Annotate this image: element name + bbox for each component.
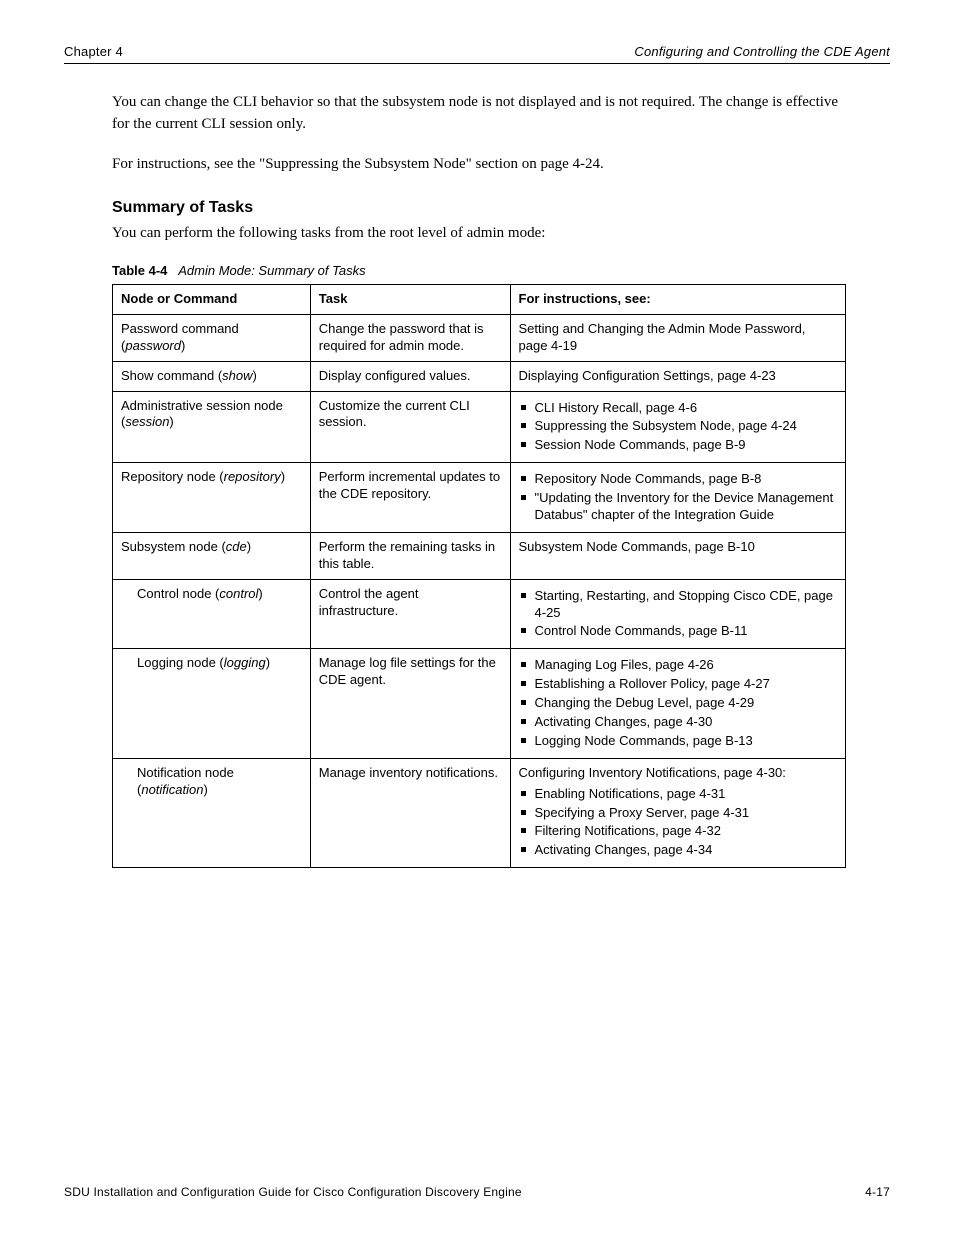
col-header-see: For instructions, see:: [510, 285, 845, 315]
instruction-note: For instructions, see the "Suppressing t…: [112, 154, 852, 176]
col-header-node: Node or Command: [113, 285, 311, 315]
section-heading: Summary of Tasks: [112, 199, 890, 217]
cell-node: Subsystem node (cde): [113, 532, 311, 579]
intro-paragraph: You can change the CLI behavior so that …: [112, 92, 852, 136]
see-list-item[interactable]: Activating Changes, page 4-30: [519, 714, 837, 731]
cell-see: CLI History Recall, page 4-6Suppressing …: [510, 391, 845, 463]
see-link[interactable]: Subsystem Node Commands, page B-10: [519, 539, 755, 554]
footer-page-number: 4-17: [865, 1185, 890, 1199]
table-row: Password command (password)Change the pa…: [113, 314, 846, 361]
cell-node: Password command (password): [113, 314, 311, 361]
table-caption: Table 4-4 Admin Mode: Summary of Tasks: [112, 263, 890, 278]
cell-see: Managing Log Files, page 4-26 Establishin…: [510, 649, 845, 758]
table-row: Notification node (notification)Manage i…: [113, 758, 846, 867]
table-caption-text: Admin Mode: Summary of Tasks: [178, 263, 365, 278]
cell-task: Change the password that is required for…: [310, 314, 510, 361]
note-suffix: .: [600, 156, 604, 172]
cell-task: Manage log file settings for the CDE age…: [310, 649, 510, 758]
cell-node: Notification node (notification): [113, 758, 311, 867]
see-list-item[interactable]: Suppressing the Subsystem Node, page 4-2…: [519, 418, 837, 435]
cell-node: Logging node (logging): [113, 649, 311, 758]
see-list-item[interactable]: CLI History Recall, page 4-6: [519, 400, 837, 417]
cell-task: Display configured values.: [310, 361, 510, 391]
see-list-item[interactable]: Enabling Notifications, page 4-31: [519, 786, 837, 803]
cell-task: Manage inventory notifications.: [310, 758, 510, 867]
note-prefix: For instructions, see the: [112, 156, 259, 172]
see-link[interactable]: Displaying Configuration Settings, page …: [519, 368, 776, 383]
cell-node: Repository node (repository): [113, 463, 311, 533]
table-row: Administrative session node (session)Cus…: [113, 391, 846, 463]
header-chapter: Chapter 4: [64, 44, 123, 59]
cell-see: Starting, Restarting, and Stopping Cisco…: [510, 579, 845, 649]
table-row: Subsystem node (cde)Perform the remainin…: [113, 532, 846, 579]
see-list-item[interactable]: Changing the Debug Level, page 4-29: [519, 695, 837, 712]
see-list-item[interactable]: Session Node Commands, page B-9: [519, 437, 837, 454]
cell-node: Show command (show): [113, 361, 311, 391]
footer-doc-title: SDU Installation and Configuration Guide…: [64, 1185, 522, 1199]
see-list-item[interactable]: Specifying a Proxy Server, page 4-31: [519, 805, 837, 822]
see-link[interactable]: Setting and Changing the Admin Mode Pass…: [519, 321, 806, 353]
section-subtitle: You can perform the following tasks from…: [112, 223, 852, 245]
table-row: Show command (show)Display configured va…: [113, 361, 846, 391]
cell-see: Subsystem Node Commands, page B-10: [510, 532, 845, 579]
see-list-item[interactable]: Repository Node Commands, page B-8: [519, 471, 837, 488]
table-row: Repository node (repository)Perform incr…: [113, 463, 846, 533]
header-title: Configuring and Controlling the CDE Agen…: [634, 44, 890, 59]
cell-node: Control node (control): [113, 579, 311, 649]
cell-task: Customize the current CLI session.: [310, 391, 510, 463]
see-list-item[interactable]: Control Node Commands, page B-11: [519, 623, 837, 640]
cell-node: Administrative session node (session): [113, 391, 311, 463]
see-list-item[interactable]: Starting, Restarting, and Stopping Cisco…: [519, 588, 837, 622]
cell-task: Perform incremental updates to the CDE r…: [310, 463, 510, 533]
admin-tasks-table: Node or Command Task For instructions, s…: [112, 284, 846, 868]
cell-see: Setting and Changing the Admin Mode Pass…: [510, 314, 845, 361]
see-list-item[interactable]: Managing Log Files, page 4-26: [519, 657, 837, 674]
see-list-item[interactable]: Establishing a Rollover Policy, page 4-2…: [519, 676, 837, 693]
see-list-item[interactable]: Filtering Notifications, page 4-32: [519, 823, 837, 840]
see-list-item[interactable]: Logging Node Commands, page B-13: [519, 733, 837, 750]
see-list-item[interactable]: Activating Changes, page 4-34: [519, 842, 837, 859]
note-link[interactable]: "Suppressing the Subsystem Node" section…: [259, 156, 600, 172]
table-row: Logging node (logging)Manage log file se…: [113, 649, 846, 758]
table-header-row: Node or Command Task For instructions, s…: [113, 285, 846, 315]
cell-see: Repository Node Commands, page B-8 "Updat…: [510, 463, 845, 533]
table-row: Control node (control)Control the agent …: [113, 579, 846, 649]
col-header-task: Task: [310, 285, 510, 315]
see-list-item[interactable]: "Updating the Inventory for the Device M…: [519, 490, 837, 524]
cell-task: Perform the remaining tasks in this tabl…: [310, 532, 510, 579]
cell-see: Displaying Configuration Settings, page …: [510, 361, 845, 391]
cell-task: Control the agent infrastructure.: [310, 579, 510, 649]
table-caption-label: Table 4-4: [112, 263, 167, 278]
header-rule: [64, 63, 890, 64]
cell-see: Configuring Inventory Notifications, pag…: [510, 758, 845, 867]
